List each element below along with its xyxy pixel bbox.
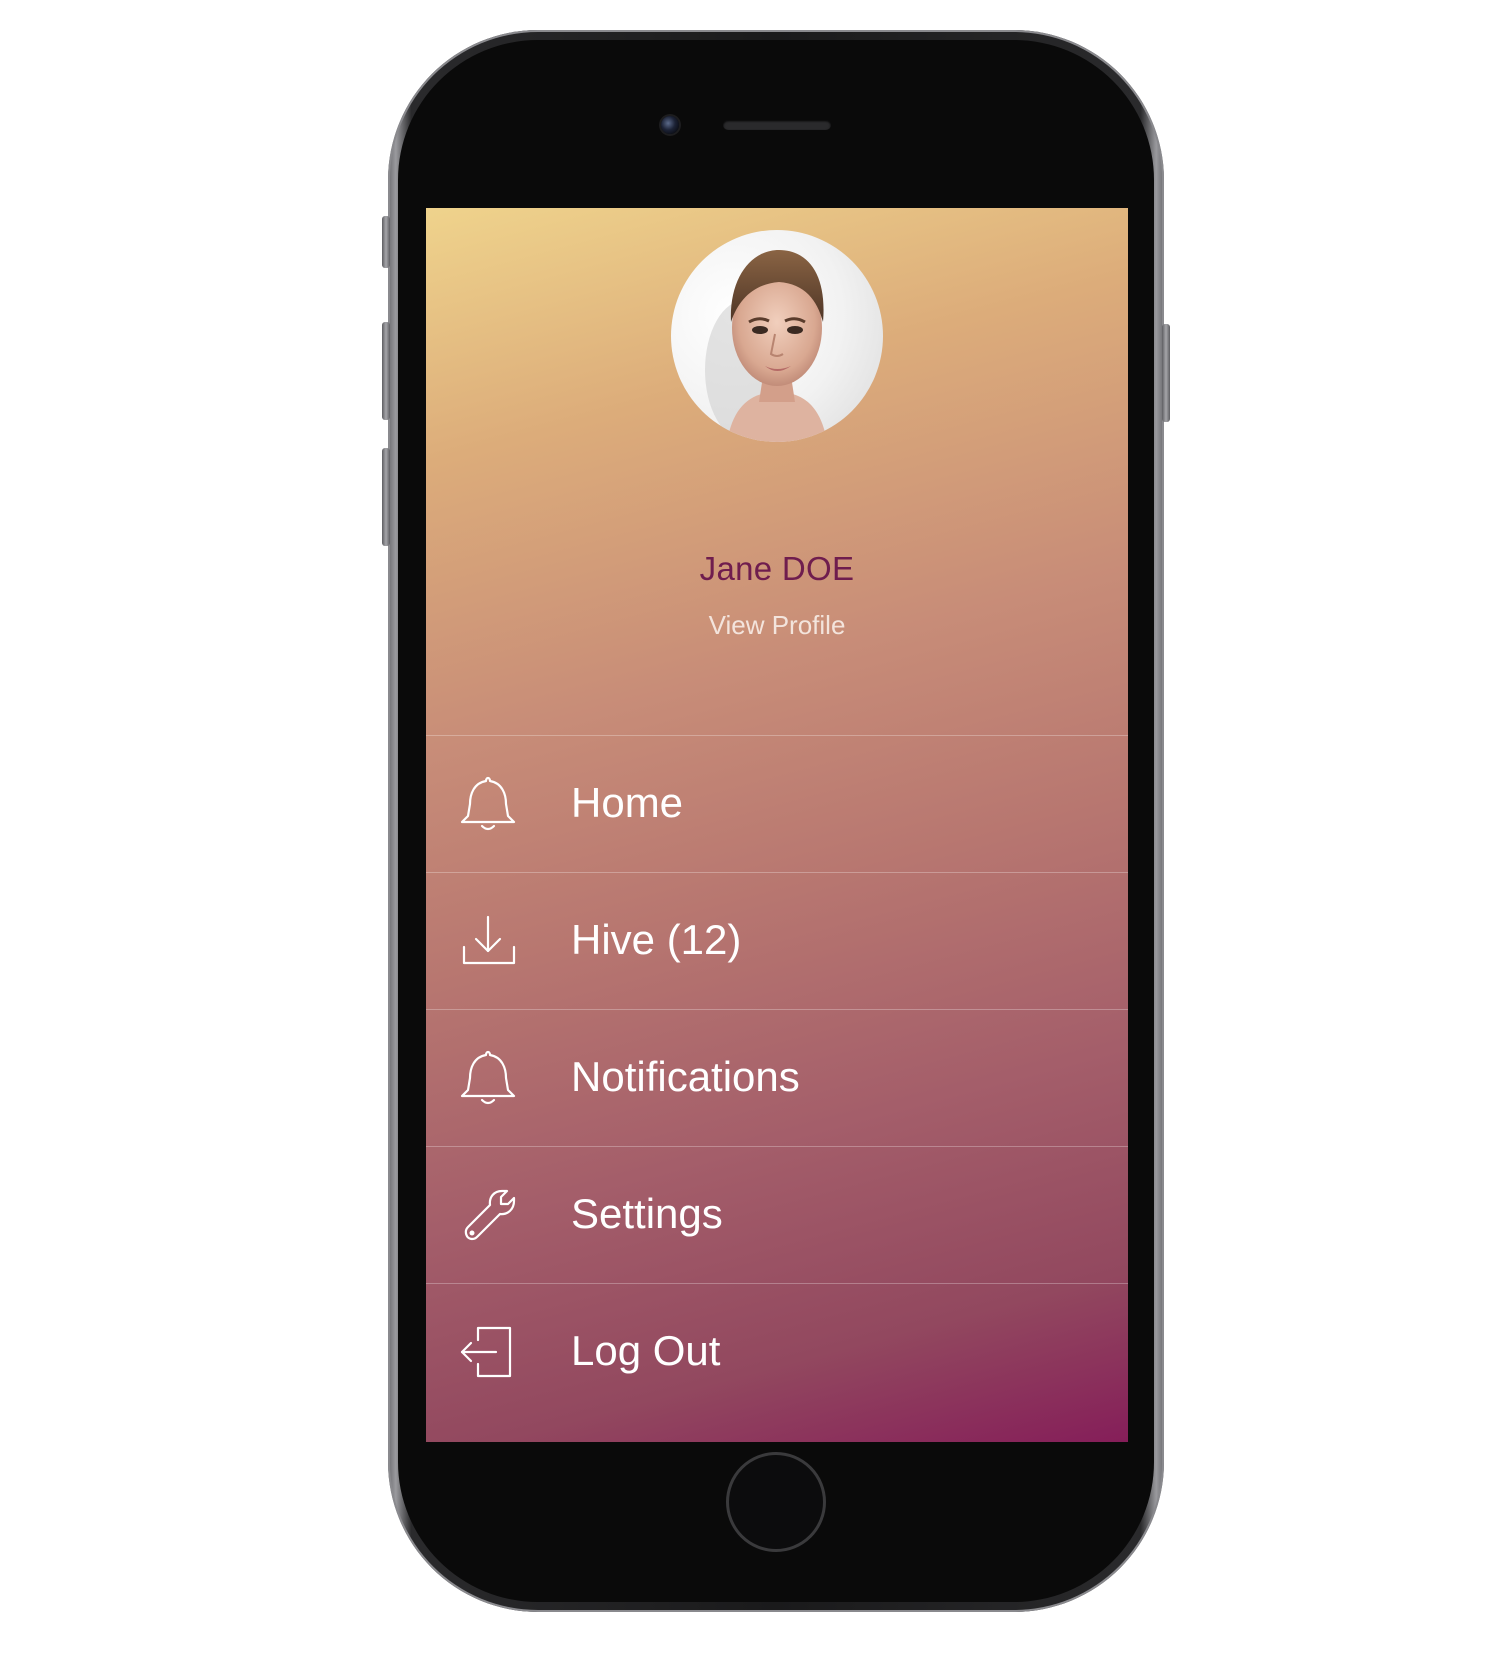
menu-item-settings[interactable]: Settings — [426, 1147, 1128, 1284]
bell-icon — [460, 1050, 516, 1105]
volume-up-button — [382, 322, 390, 420]
menu-item-hive[interactable]: Hive (12) — [426, 873, 1128, 1010]
download-icon — [462, 915, 516, 965]
view-profile-link[interactable]: View Profile — [426, 610, 1128, 641]
avatar[interactable] — [671, 230, 883, 442]
menu-label-logout: Log Out — [571, 1327, 721, 1374]
menu-label-home: Home — [571, 779, 684, 826]
mute-switch — [382, 216, 390, 268]
front-camera — [661, 116, 679, 134]
menu-label-notifications: Notifications — [571, 1053, 800, 1100]
logout-icon — [460, 1326, 512, 1378]
menu-label-settings: Settings — [571, 1190, 723, 1237]
menu-label-hive: Hive (12) — [571, 916, 742, 963]
app-screen: Jane DOE View Profile Home Hive (12) Not… — [426, 208, 1128, 1442]
menu-item-logout[interactable]: Log Out — [426, 1284, 1128, 1420]
menu-item-home[interactable]: Home — [426, 736, 1128, 873]
earpiece-speaker — [723, 120, 831, 130]
navigation-menu: Home Hive (12) Notifications Settings Lo… — [426, 735, 1128, 1420]
avatar-portrait — [705, 250, 827, 442]
home-button[interactable] — [726, 1452, 826, 1552]
volume-down-button — [382, 448, 390, 546]
menu-item-notifications[interactable]: Notifications — [426, 1010, 1128, 1147]
bell-icon — [460, 776, 516, 831]
power-button — [1162, 324, 1170, 422]
wrench-icon — [464, 1189, 516, 1241]
profile-name: Jane DOE — [699, 550, 855, 587]
